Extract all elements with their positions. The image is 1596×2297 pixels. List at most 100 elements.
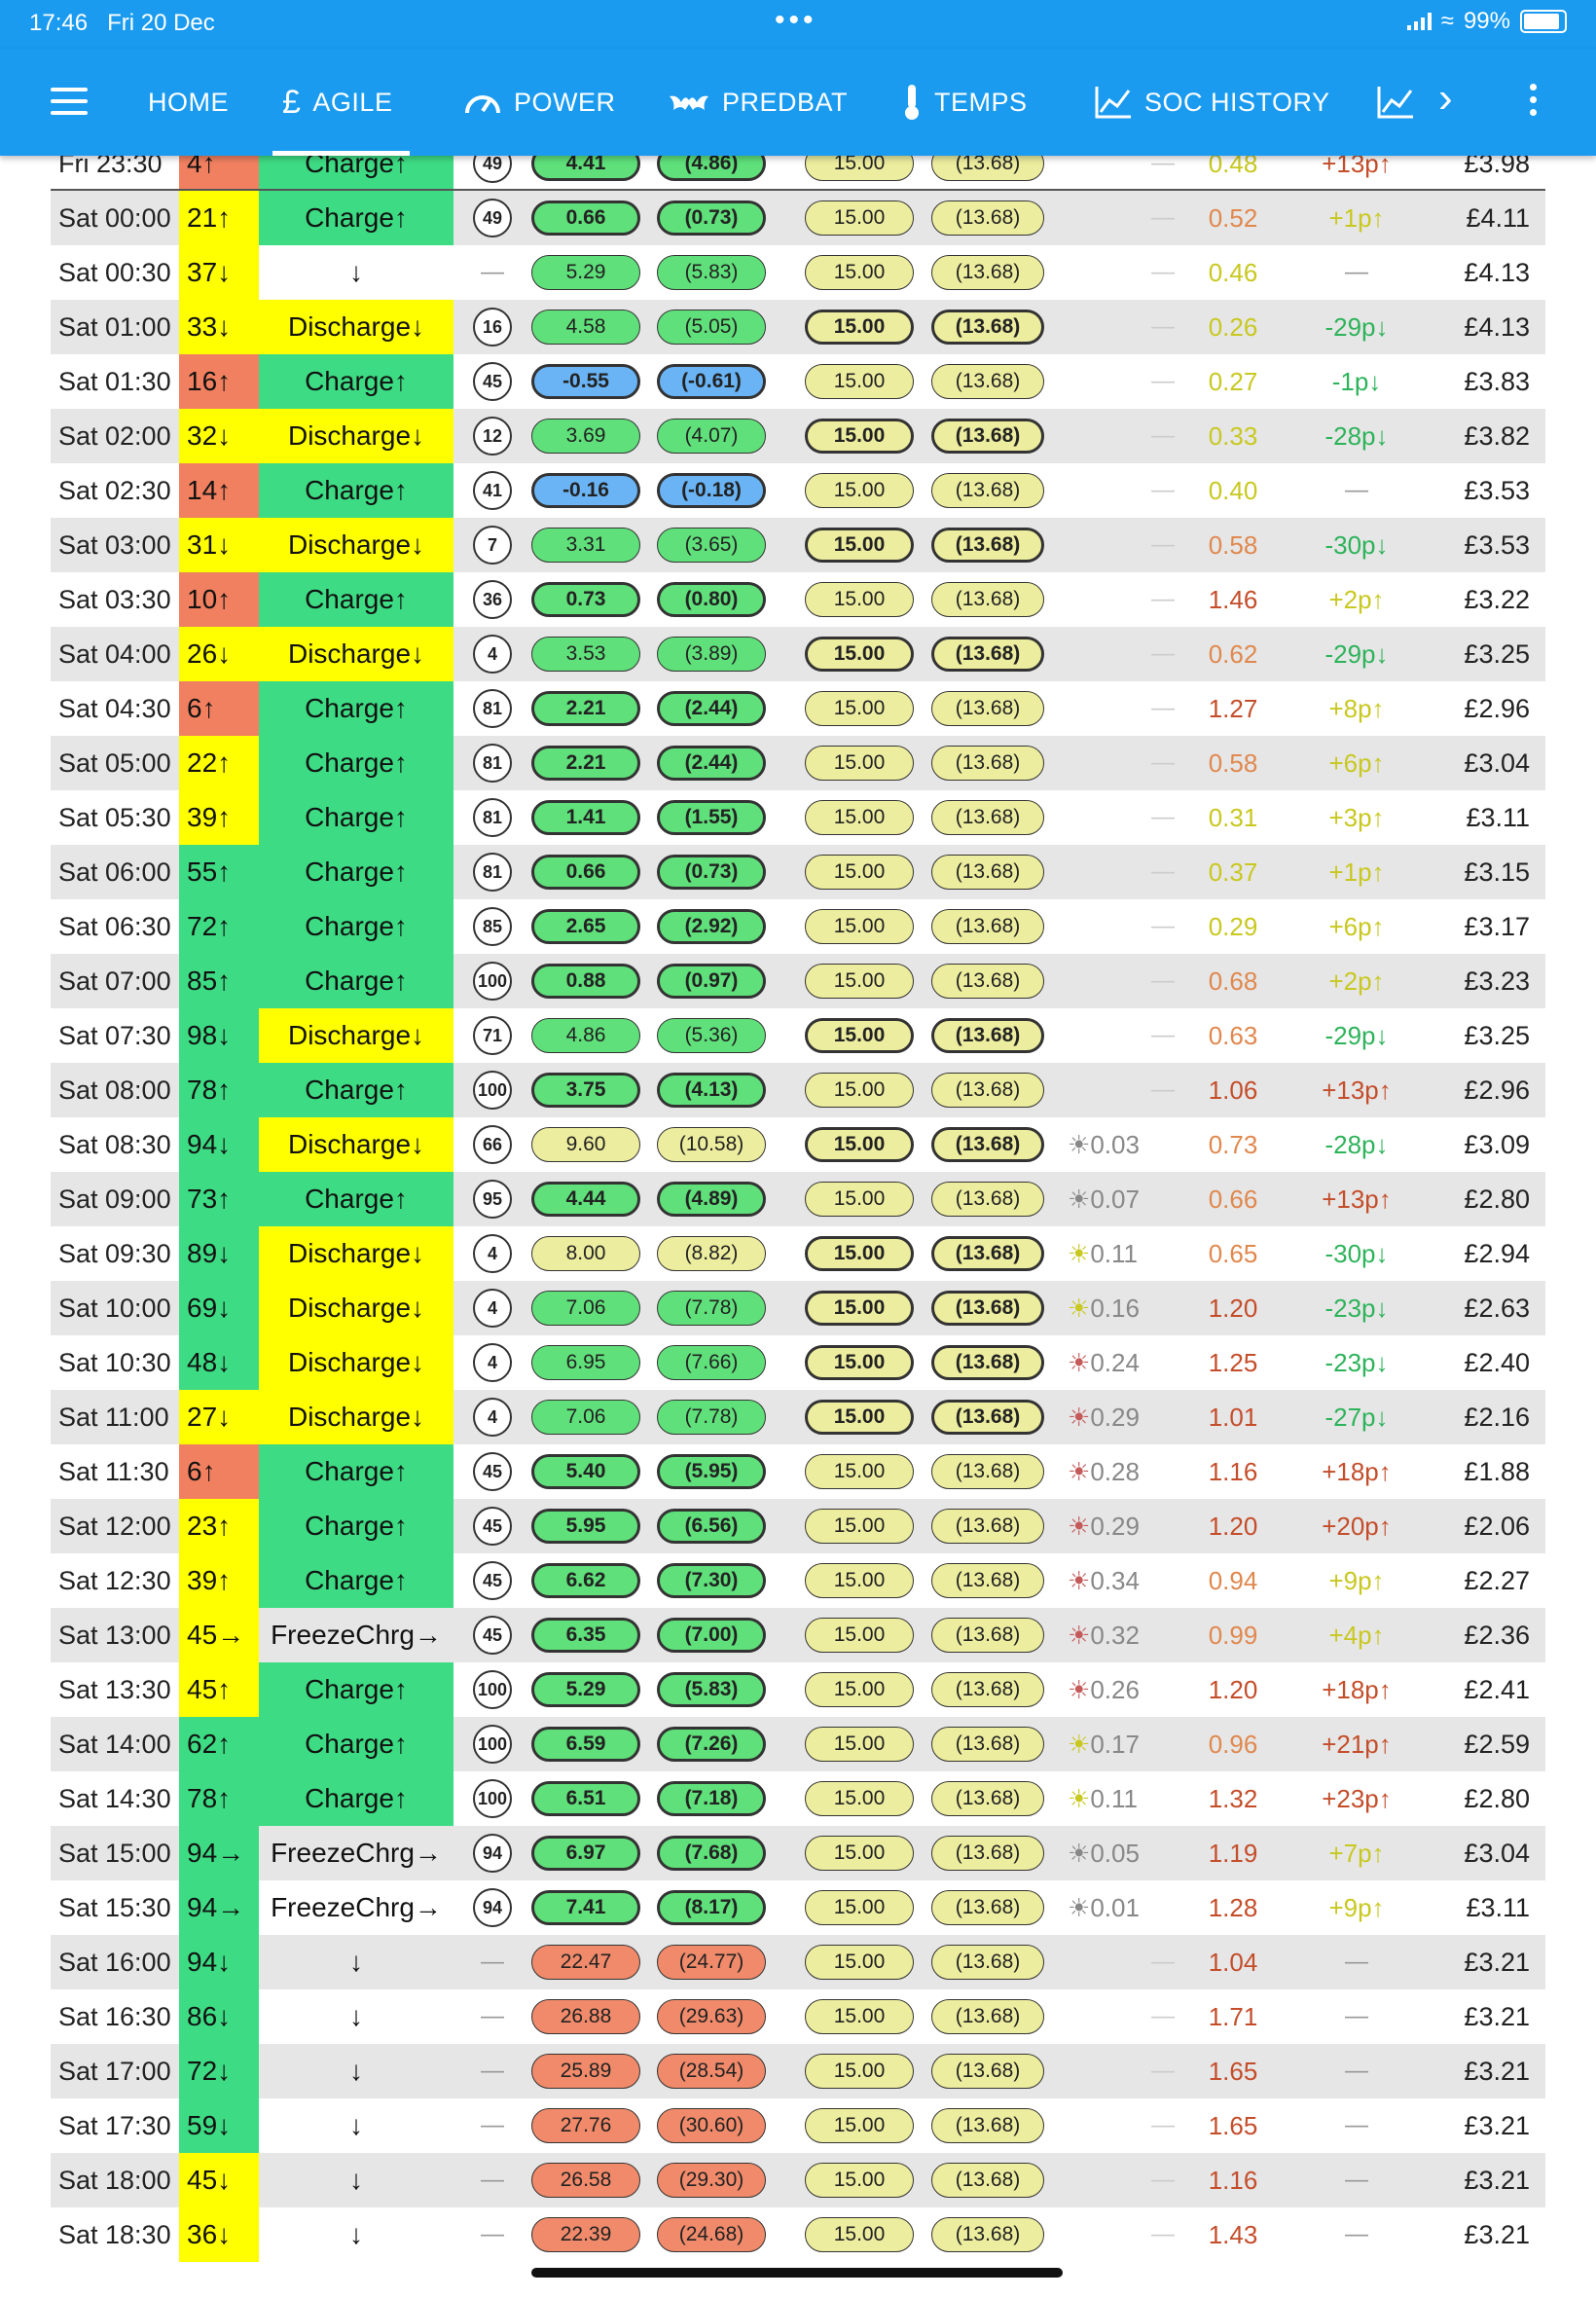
- import-price-inc: (7.26): [657, 1727, 766, 1762]
- sun-icon: ☀: [1068, 1620, 1091, 1650]
- tab-temps[interactable]: TEMPS: [901, 49, 1028, 156]
- row-pv: —: [1068, 627, 1175, 681]
- table-row: Sat 03:30 10 ↑ Charge ↑ 36 0.73 (0.80) 15.00 (1…: [51, 572, 1545, 627]
- cost-value: -23p: [1324, 1347, 1376, 1377]
- target-soc-badge: 45: [473, 1452, 512, 1491]
- export-price-inc: (13.68): [931, 582, 1044, 617]
- soc-value: 59: [187, 2110, 218, 2140]
- cost-value: +13p: [1322, 1075, 1379, 1105]
- row-soc: 55 ↑: [179, 845, 259, 899]
- table-row: Sat 17:30 59 ↓ ↓ — 27.76 (30.60) 15.00 (13.68)…: [51, 2098, 1545, 2153]
- export-price-inc: (13.68): [931, 800, 1044, 835]
- row-soc: 6 ↑: [179, 1444, 259, 1499]
- target-soc-badge: 49: [473, 199, 512, 237]
- target-soc-badge: 45: [473, 1507, 512, 1546]
- state-arrow-down-icon: ↓: [349, 1947, 363, 1977]
- home-indicator[interactable]: [531, 2268, 1063, 2278]
- row-state: Charge ↑: [259, 1172, 453, 1226]
- table-row: Sat 01:30 16 ↑ Charge ↑ 45 -0.55 (-0.61) 15.00…: [51, 354, 1545, 409]
- export-price-inc: (13.68): [931, 419, 1044, 454]
- row-target: 45: [453, 1553, 531, 1608]
- dash-icon: —: [1345, 2112, 1368, 2138]
- tab-overflow-chart[interactable]: [1376, 49, 1415, 156]
- menu-icon[interactable]: [51, 88, 88, 115]
- tab-soc-history[interactable]: SOC HISTORY: [1094, 49, 1330, 156]
- cost-arrow-down-icon: ↓: [1375, 1293, 1389, 1323]
- row-total: £3.23: [1464, 966, 1530, 996]
- cost-arrow-up-icon: ↑: [1378, 1674, 1392, 1704]
- row-cost: +2p ↑: [1298, 572, 1415, 627]
- row-total: £3.09: [1464, 1129, 1530, 1159]
- soc-arrow-down-icon: ↓: [217, 1129, 232, 1159]
- row-time: Sat 08:30: [58, 1129, 171, 1159]
- row-total: £2.80: [1464, 1184, 1530, 1214]
- dash-icon: —: [1345, 259, 1368, 285]
- row-total: £4.13: [1464, 311, 1530, 342]
- row-target: 4: [453, 1281, 531, 1335]
- battery-icon: [1520, 10, 1567, 33]
- state-label: Charge: [305, 911, 394, 941]
- export-price-inc: (13.68): [931, 1236, 1044, 1271]
- row-load: 0.52: [1208, 202, 1258, 233]
- row-pv: —: [1068, 954, 1175, 1008]
- pv-value: 0.16: [1090, 1293, 1140, 1323]
- soc-value: 94: [187, 1129, 218, 1159]
- row-load: 0.68: [1208, 966, 1258, 996]
- tab-agile[interactable]: £ AGILE: [272, 49, 412, 156]
- dash-icon: —: [1345, 1949, 1368, 1975]
- import-price: -0.16: [531, 473, 640, 508]
- table-row: Sat 06:00 55 ↑ Charge ↑ 81 0.66 (0.73) 15.00 (1…: [51, 845, 1545, 899]
- cost-value: +1p: [1328, 202, 1372, 233]
- table-row: Sat 13:00 45 → FreezeChrg → 45 6.35 (7.00) 15.…: [51, 1608, 1545, 1662]
- table-row: Sat 16:00 94 ↓ ↓ — 22.47 (24.77) 15.00 (13.68)…: [51, 1935, 1545, 1989]
- cost-arrow-up-icon: ↑: [1371, 966, 1385, 996]
- cost-arrow-up-icon: ↑: [1378, 1456, 1392, 1486]
- tab-power[interactable]: POWER: [463, 49, 616, 156]
- target-soc-badge: 66: [473, 1125, 512, 1164]
- tab-agile-label: AGILE: [312, 87, 393, 117]
- more-vert-icon[interactable]: [1530, 84, 1538, 122]
- row-state: Charge ↑: [259, 1553, 453, 1608]
- state-arrow-down-icon: ↓: [411, 529, 425, 560]
- row-load: 1.65: [1208, 2056, 1258, 2086]
- row-soc: 62 ↑: [179, 1717, 259, 1771]
- row-state: Discharge ↓: [259, 518, 453, 572]
- tab-home[interactable]: HOME: [148, 49, 229, 156]
- export-price: 15.00: [805, 855, 914, 890]
- export-price-inc: (13.68): [931, 1781, 1044, 1816]
- cost-value: +6p: [1328, 911, 1372, 941]
- cost-arrow-down-icon: ↓: [1375, 1347, 1389, 1377]
- row-state: Discharge ↓: [259, 1117, 453, 1172]
- row-pv: ☀ 0.11: [1068, 1226, 1138, 1281]
- soc-value: 55: [187, 857, 218, 887]
- soc-value: 45: [187, 1674, 218, 1704]
- chevron-right-icon[interactable]: ›: [1438, 74, 1453, 123]
- cost-value: +9p: [1328, 1892, 1372, 1922]
- row-load: 0.58: [1208, 747, 1258, 778]
- soc-arrow-down-icon: ↓: [217, 1347, 232, 1377]
- import-price: 7.06: [531, 1400, 640, 1435]
- soc-arrow-down-icon: ↓: [217, 257, 232, 287]
- dash-icon: —: [481, 2167, 504, 2193]
- pv-value: 0.11: [1090, 1783, 1138, 1813]
- row-time: Sat 01:30: [58, 366, 171, 396]
- row-total: £2.94: [1464, 1238, 1530, 1268]
- table-row: Sat 00:00 21 ↑ Charge ↑ 49 0.66 (0.73) 15.00 (1…: [51, 191, 1545, 245]
- import-price-inc: (7.66): [657, 1345, 766, 1380]
- row-target: 100: [453, 1771, 531, 1826]
- state-arrow-right-icon: →: [414, 1892, 442, 1922]
- row-total: £3.21: [1464, 2165, 1530, 2195]
- target-soc-badge: 4: [473, 1234, 512, 1273]
- import-price: 3.53: [531, 637, 640, 672]
- row-target: 45: [453, 1444, 531, 1499]
- row-pv: —: [1068, 790, 1175, 845]
- tab-predbat[interactable]: PREDBAT: [668, 49, 848, 156]
- row-state: Charge ↑: [259, 736, 453, 790]
- multitask-dots-icon[interactable]: •••: [775, 4, 817, 37]
- row-soc: 23 ↑: [179, 1499, 259, 1553]
- row-time: Sat 06:30: [58, 911, 171, 941]
- sun-icon: ☀: [1068, 1238, 1091, 1268]
- row-total: £3.83: [1464, 366, 1530, 396]
- row-load: 0.40: [1208, 475, 1258, 505]
- import-price: 4.58: [531, 310, 640, 345]
